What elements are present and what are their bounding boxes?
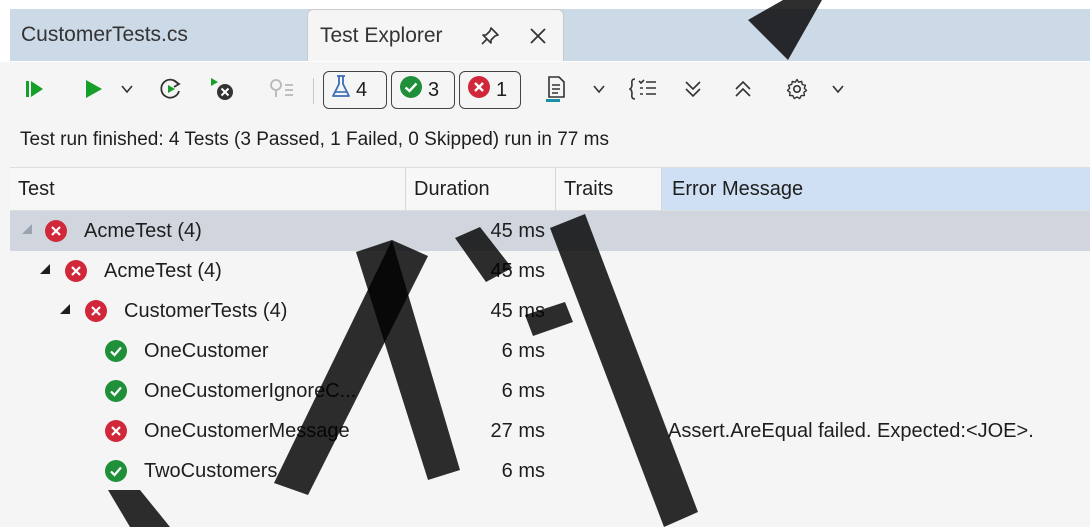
- collapse-all-button[interactable]: [726, 74, 760, 108]
- run-all-icon: [22, 77, 48, 106]
- column-header-duration[interactable]: Duration: [406, 168, 556, 210]
- test-duration: 27 ms: [490, 420, 545, 442]
- tree-row[interactable]: OneCustomerIgnoreC... 6 ms: [10, 371, 1090, 411]
- column-label: Test: [18, 177, 55, 200]
- failed-status-icon: [44, 219, 68, 243]
- chevron-down-icon: [119, 81, 135, 102]
- column-header-error-message[interactable]: Error Message: [662, 168, 1090, 210]
- test-name: CustomerTests (4): [124, 300, 288, 322]
- tree-row[interactable]: AcmeTest (4) 45 ms: [10, 251, 1090, 291]
- test-grid-header: Test Duration Traits Error Message: [10, 167, 1090, 211]
- failed-status-icon: [84, 299, 108, 323]
- cancel-run-button[interactable]: [204, 74, 240, 108]
- group-by-button[interactable]: [626, 74, 662, 108]
- test-error-message: Assert.AreEqual failed. Expected:<JOE>.: [668, 420, 1034, 442]
- passed-status-icon: [104, 379, 128, 403]
- group-by-icon: [628, 76, 659, 107]
- playlist-button[interactable]: [538, 74, 574, 108]
- expander-icon[interactable]: [22, 224, 32, 234]
- expander-icon[interactable]: [40, 264, 50, 274]
- tab-strip: CustomerTests.cs Test Explorer: [0, 0, 1090, 62]
- test-duration: 45 ms: [490, 300, 545, 322]
- expand-all-button[interactable]: [676, 74, 710, 108]
- failed-status-icon: [64, 259, 88, 283]
- close-icon[interactable]: [526, 24, 550, 48]
- total-count: 4: [356, 78, 368, 101]
- test-name: OneCustomerIgnoreC...: [144, 380, 357, 402]
- test-duration: 6 ms: [501, 340, 545, 362]
- tree-row[interactable]: CustomerTests (4) 45 ms: [10, 291, 1090, 331]
- run-icon: [81, 77, 105, 106]
- column-header-test[interactable]: Test: [10, 168, 406, 210]
- tab-label: CustomerTests.cs: [21, 23, 188, 46]
- flask-icon: [330, 74, 352, 106]
- playlist-icon: [543, 74, 569, 109]
- check-circle-icon: [398, 74, 424, 106]
- test-duration: 45 ms: [490, 260, 545, 282]
- run-all-button[interactable]: [18, 74, 52, 108]
- failed-tests-filter[interactable]: 1: [459, 71, 521, 109]
- failed-count: 1: [496, 78, 508, 101]
- pin-icon[interactable]: [478, 24, 502, 48]
- tab-test-explorer[interactable]: Test Explorer: [307, 9, 564, 61]
- test-duration: 45 ms: [490, 220, 545, 242]
- test-name: OneCustomer: [144, 340, 269, 362]
- cancel-run-icon: [206, 75, 238, 108]
- expand-all-icon: [682, 78, 704, 105]
- chevron-down-icon: [591, 81, 607, 102]
- expander-icon[interactable]: [60, 304, 70, 314]
- debug-button[interactable]: [266, 74, 300, 108]
- passed-status-icon: [104, 459, 128, 483]
- gear-icon: [785, 77, 809, 106]
- repeat-run-icon: [158, 76, 184, 107]
- settings-button[interactable]: [780, 74, 814, 108]
- test-explorer-toolbar: 4 3 1: [0, 62, 1090, 120]
- passed-count: 3: [428, 78, 440, 101]
- error-circle-icon: [466, 74, 492, 106]
- tree-row[interactable]: AcmeTest (4) 45 ms: [10, 211, 1090, 251]
- test-duration: 6 ms: [501, 380, 545, 402]
- playlist-dropdown-button[interactable]: [588, 74, 610, 108]
- run-dropdown-button[interactable]: [114, 74, 140, 108]
- tab-label: Test Explorer: [320, 23, 443, 47]
- test-name: OneCustomerMessage: [144, 420, 350, 442]
- run-button[interactable]: [76, 74, 110, 108]
- column-header-traits[interactable]: Traits: [556, 168, 662, 210]
- test-name: AcmeTest (4): [104, 260, 222, 282]
- test-name: AcmeTest (4): [84, 220, 202, 242]
- column-label: Traits: [564, 177, 614, 200]
- test-duration: 6 ms: [501, 460, 545, 482]
- tab-customertests-cs[interactable]: CustomerTests.cs: [10, 9, 306, 61]
- repeat-last-run-button[interactable]: [154, 74, 188, 108]
- tree-row[interactable]: OneCustomer 6 ms: [10, 331, 1090, 371]
- passed-tests-filter[interactable]: 3: [391, 71, 455, 109]
- column-label: Duration: [414, 177, 490, 200]
- debug-icon: [269, 78, 297, 105]
- toolbar-separator: [313, 78, 314, 104]
- test-run-summary: Test run finished: 4 Tests (3 Passed, 1 …: [20, 129, 609, 150]
- chevron-down-icon: [830, 81, 846, 102]
- tree-row[interactable]: TwoCustomers 6 ms: [10, 451, 1090, 491]
- total-tests-filter[interactable]: 4: [323, 71, 387, 109]
- test-name: TwoCustomers: [144, 460, 278, 482]
- tree-row[interactable]: OneCustomerMessage 27 ms Assert.AreEqual…: [10, 411, 1090, 451]
- passed-status-icon: [104, 339, 128, 363]
- failed-status-icon: [104, 419, 128, 443]
- column-label: Error Message: [672, 177, 804, 200]
- collapse-all-icon: [732, 78, 754, 105]
- settings-dropdown-button[interactable]: [826, 74, 850, 108]
